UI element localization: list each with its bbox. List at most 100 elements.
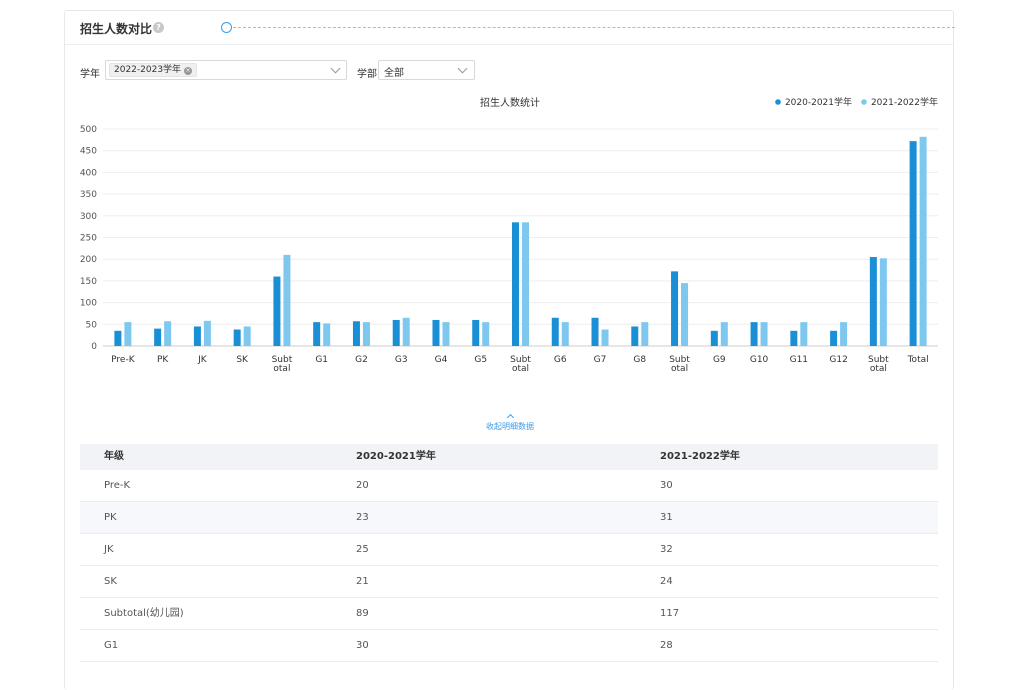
bar [164, 321, 172, 346]
y-tick-label: 300 [80, 212, 97, 222]
bar [323, 323, 331, 346]
table-cell: SK [104, 576, 117, 587]
x-tick-label: G5 [474, 355, 487, 365]
bar [233, 329, 241, 346]
x-tick-label: G10 [750, 355, 769, 365]
bar [124, 322, 132, 346]
x-tick-label: otal [512, 364, 529, 374]
y-tick-label: 100 [80, 299, 97, 309]
detail-table: 年级 2020-2021学年 2021-2022学年 Pre-K 20 30 P… [80, 444, 938, 662]
bar [869, 257, 877, 346]
bar [790, 330, 798, 346]
table-header-2021: 2021-2022学年 [660, 451, 740, 462]
y-tick-label: 400 [80, 168, 97, 178]
bar [283, 254, 291, 346]
bar [203, 320, 211, 346]
enrollment-bar-chart: 招生人数统计 2021-2022学年 2020-2021学年 0 50 100 150 200… [80, 96, 938, 374]
bar [273, 276, 281, 346]
bar [720, 322, 728, 346]
bar [512, 222, 519, 346]
bar [522, 222, 529, 346]
y-tick-label: 350 [80, 190, 97, 200]
x-tick-label: otal [671, 364, 688, 374]
x-tick-label: SK [236, 355, 249, 365]
bar [750, 322, 758, 346]
table-cell: Subtotal(幼儿园) [104, 608, 184, 619]
enrollment-card: 招生人数对比 ? 学年 2022-2023学年 × 学部 全部 招生人数统计 202… [64, 10, 955, 690]
table-cell: 31 [660, 512, 673, 523]
table-cell: 24 [660, 576, 673, 587]
bar [800, 322, 808, 346]
x-tick-label: Total [907, 355, 929, 365]
y-tick-label: 200 [80, 255, 97, 265]
bar [919, 136, 927, 346]
y-tick-label: 150 [80, 277, 97, 287]
table-cell: Pre-K [104, 480, 131, 491]
y-tick-label: 0 [91, 342, 97, 352]
legend-label: 2020-2021学年 [785, 96, 852, 108]
bar [442, 322, 450, 346]
y-tick-label: 50 [86, 320, 98, 330]
table-row: SK 21 24 [80, 566, 938, 598]
x-tick-label: G8 [633, 355, 646, 365]
table-row: G1 30 28 [80, 630, 938, 662]
collapse-label: 收起明细数据 [486, 422, 534, 431]
x-tick-label: PK [157, 355, 169, 365]
x-tick-label: G12 [829, 355, 847, 365]
legend-label: 2021-2022学年 [871, 96, 938, 108]
bar [313, 322, 321, 346]
table-row: Subtotal(幼儿园) 89 117 [80, 598, 938, 630]
bar [879, 258, 887, 346]
bar [641, 322, 649, 346]
bar [193, 326, 201, 346]
x-tick-label: G6 [554, 355, 567, 365]
x-tick-label: Pre-K [111, 355, 136, 365]
table-header-grade: 年级 [104, 451, 124, 462]
bar [482, 322, 490, 346]
bar [243, 326, 251, 346]
x-tick-label: G3 [395, 355, 408, 365]
bar [631, 326, 639, 346]
table-cell: PK [104, 512, 117, 523]
y-tick-label: 500 [80, 125, 97, 135]
table-row: Pre-K 20 30 [80, 470, 938, 502]
bar [760, 322, 768, 346]
table-cell: 117 [660, 608, 680, 619]
x-tick-label: G11 [790, 355, 808, 365]
x-tick-label: otal [273, 364, 290, 374]
table-cell: 21 [356, 576, 369, 587]
x-tick-label: JK [197, 355, 208, 365]
bar [671, 271, 679, 346]
bar [114, 330, 122, 346]
x-tick-label: G7 [594, 355, 607, 365]
bar [830, 330, 838, 346]
table-cell: G1 [104, 640, 119, 651]
bar [710, 330, 718, 346]
bar [681, 283, 689, 346]
bar [840, 322, 848, 346]
table-header-2020: 2020-2021学年 [356, 451, 436, 462]
legend-marker [861, 99, 867, 105]
y-tick-label: 450 [80, 147, 97, 157]
collapse-details-button[interactable]: 收起明细数据 [65, 413, 955, 432]
chevron-up-icon [506, 413, 514, 422]
table-cell: 32 [660, 544, 673, 555]
table-cell: 20 [356, 480, 369, 491]
x-tick-label: G4 [435, 355, 448, 365]
bar [561, 322, 569, 346]
table-cell: JK [104, 544, 114, 555]
table-cell: 23 [356, 512, 369, 523]
bar [362, 322, 370, 346]
table-cell: 89 [356, 608, 369, 619]
y-tick-label: 250 [80, 234, 97, 244]
table-header-row: 年级 2020-2021学年 2021-2022学年 [80, 444, 938, 470]
table-cell: 25 [356, 544, 369, 555]
table-row: PK 23 31 [80, 502, 938, 534]
x-tick-label: G2 [355, 355, 368, 365]
table-row: JK 25 32 [80, 534, 938, 566]
chart-title: 招生人数统计 [480, 96, 540, 109]
table-cell: 30 [660, 480, 673, 491]
bar [352, 321, 360, 346]
x-tick-label: G1 [315, 355, 328, 365]
x-tick-label: otal [870, 364, 887, 374]
